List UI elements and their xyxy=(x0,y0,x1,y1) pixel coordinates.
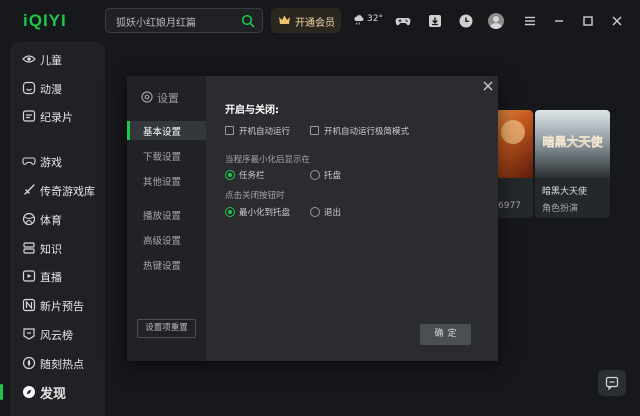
weather-widget[interactable]: 32° xyxy=(353,14,387,28)
card-art-title: 暗黑大天使 xyxy=(542,134,603,149)
download-icon[interactable] xyxy=(427,13,443,29)
vip-label: 开通会员 xyxy=(295,18,335,29)
ok-button[interactable]: 确定 xyxy=(420,324,471,345)
sidebar-item-discover[interactable]: 发现 xyxy=(0,381,105,403)
sidebar-item-legend-games[interactable]: 传奇游戏库 xyxy=(10,179,105,201)
sidebar-item-kids[interactable]: 儿童 xyxy=(10,48,105,70)
sidebar-item-sports[interactable]: 体育 xyxy=(10,208,105,230)
feedback-button[interactable] xyxy=(598,370,626,396)
eye-icon xyxy=(22,55,36,63)
search-box[interactable] xyxy=(105,8,263,33)
close-behavior-label: 点击关闭按钮时 xyxy=(225,191,285,201)
chat-icon xyxy=(605,376,619,390)
section-title: 开启与关闭: xyxy=(225,105,279,116)
discover-icon xyxy=(23,386,35,398)
weather-temp: 32° xyxy=(367,14,383,24)
radio-button[interactable] xyxy=(225,207,235,217)
settings-tab-playback[interactable]: 播放设置 xyxy=(127,205,206,224)
menu-icon[interactable] xyxy=(522,13,538,29)
settings-tab-hotkeys[interactable]: 热键设置 xyxy=(127,255,206,274)
cloud-rain-icon xyxy=(354,15,364,25)
anime-icon xyxy=(22,81,36,95)
checkbox[interactable] xyxy=(310,126,319,135)
settings-sidebar: 设置 基本设置 下载设置 其他设置 播放设置 高级设置 热键设置 设置项重置 xyxy=(127,76,206,361)
radio-button[interactable] xyxy=(310,170,320,180)
radio-button[interactable] xyxy=(310,207,320,217)
maximize-icon[interactable] xyxy=(580,13,596,29)
sidebar: 儿童 动漫 纪录片 游戏 传奇游戏库 体育 知识 直播 新片预告 风云榜 随刻热… xyxy=(0,42,105,416)
card-subtitle: 6977 xyxy=(498,201,521,211)
gear-icon xyxy=(141,91,153,103)
sidebar-item-trailers[interactable]: 新片预告 xyxy=(10,294,105,316)
new-icon xyxy=(22,298,36,312)
card-thumbnail: 暗黑大天使 xyxy=(535,110,610,178)
settings-dialog: 设置 基本设置 下载设置 其他设置 播放设置 高级设置 热键设置 设置项重置 开… xyxy=(127,76,498,361)
minimize-label: 当程序最小化后显示在 xyxy=(225,155,311,165)
iqiyi-logo[interactable]: iQIYI xyxy=(23,11,67,31)
book-icon xyxy=(23,242,35,254)
gamepad-icon xyxy=(22,157,36,165)
search-input[interactable] xyxy=(116,13,236,29)
settings-tab-advanced[interactable]: 高级设置 xyxy=(127,230,206,249)
history-clock-icon[interactable] xyxy=(458,13,474,29)
settings-tab-other[interactable]: 其他设置 xyxy=(127,171,206,190)
search-icon[interactable] xyxy=(241,14,255,28)
documentary-icon xyxy=(22,110,36,122)
close-window-icon[interactable] xyxy=(609,13,625,29)
crown-icon xyxy=(279,15,290,24)
sidebar-item-knowledge[interactable]: 知识 xyxy=(10,237,105,259)
reset-settings-button[interactable]: 设置项重置 xyxy=(137,319,196,338)
ball-icon xyxy=(22,212,36,226)
checkbox[interactable] xyxy=(225,126,234,135)
sidebar-item-documentary[interactable]: 纪录片 xyxy=(10,105,105,127)
game-card[interactable]: 暗黑大天使 暗黑大天使 角色扮演 xyxy=(535,110,610,218)
settings-panel: 开启与关闭: 开机自动运行 开机自动运行极简模式 当程序最小化后显示在 任务栏 … xyxy=(206,76,498,361)
sidebar-item-live[interactable]: 直播 xyxy=(10,265,105,287)
sidebar-item-ranking[interactable]: 风云榜 xyxy=(10,323,105,345)
vip-button[interactable]: 开通会员 xyxy=(271,8,341,33)
avatar[interactable] xyxy=(488,13,504,29)
ranking-icon xyxy=(23,328,35,340)
sidebar-item-hot[interactable]: 随刻热点 xyxy=(10,352,105,374)
hot-icon xyxy=(22,356,36,370)
gamepad-icon[interactable] xyxy=(395,13,411,29)
live-icon xyxy=(22,270,36,282)
top-bar: iQIYI 开通会员 32° xyxy=(0,0,640,42)
card-title: 暗黑大天使 xyxy=(542,187,588,197)
card-subtitle: 角色扮演 xyxy=(542,204,579,214)
sidebar-item-anime[interactable]: 动漫 xyxy=(10,77,105,99)
settings-tab-basic[interactable]: 基本设置 xyxy=(127,121,206,140)
radio-button[interactable] xyxy=(225,170,235,180)
minimize-icon[interactable] xyxy=(551,13,567,29)
sidebar-item-games[interactable]: 游戏 xyxy=(10,150,105,172)
sword-icon xyxy=(24,184,35,195)
settings-tab-download[interactable]: 下载设置 xyxy=(127,146,206,165)
